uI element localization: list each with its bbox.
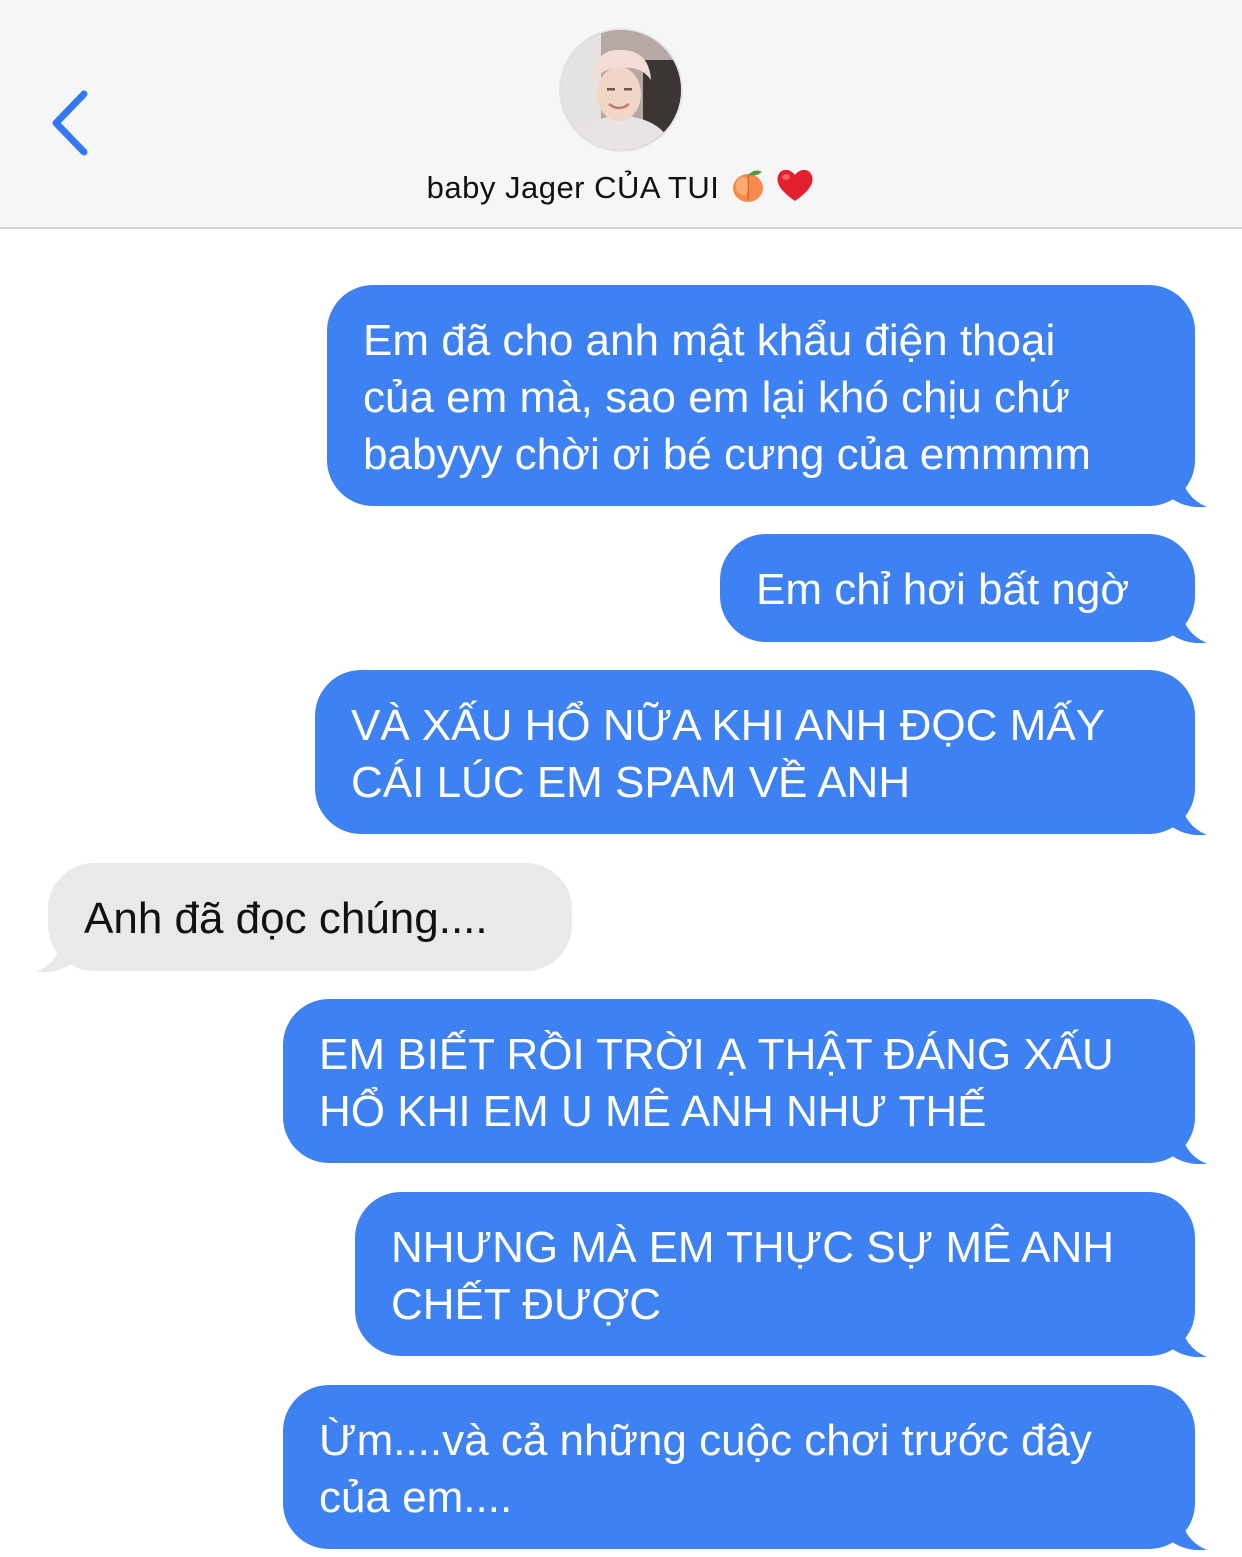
message-bubble-incoming[interactable]: Anh đã đọc chúng.... xyxy=(36,863,572,972)
bubble-tail xyxy=(36,936,76,972)
message-text: NHƯNG MÀ EM THỰC SỰ MÊ ANH xyxy=(391,1223,1115,1272)
message-bubble-outgoing[interactable]: NHƯNG MÀ EM THỰC SỰ MÊ ANH CHẾT ĐƯỢC xyxy=(355,1192,1207,1357)
message-bubble-outgoing[interactable]: Em chỉ hơi bất ngờ xyxy=(720,534,1207,643)
red-heart-emoji-icon xyxy=(775,166,815,212)
message-text: EM BIẾT RỒI TRỜI Ạ THẬT ĐÁNG XẤU xyxy=(319,1030,1114,1079)
bubble-tail xyxy=(1167,1128,1207,1164)
message-text: Ừm....và cả những cuộc chơi trước đây xyxy=(319,1416,1092,1465)
message-text: babyyy chời ơi bé cưng của emmmm xyxy=(363,430,1091,479)
message-bubble-outgoing[interactable]: Ừm....và cả những cuộc chơi trước đây củ… xyxy=(283,1385,1207,1550)
back-button[interactable] xyxy=(40,78,110,168)
conversation-header: baby Jager CỦA TUI xyxy=(0,0,1242,229)
message-text: của em.... xyxy=(319,1473,513,1522)
message-text: Em chỉ hơi bất ngờ xyxy=(756,565,1130,614)
avatar xyxy=(561,30,681,150)
bubble-tail xyxy=(1167,1514,1207,1550)
bubble-tail xyxy=(1167,607,1207,643)
contact-name[interactable]: baby Jager CỦA TUI xyxy=(0,166,1242,212)
message-bubble-outgoing[interactable]: VÀ XẤU HỔ NỮA KHI ANH ĐỌC MẤY CÁI LÚC EM… xyxy=(315,670,1207,835)
bubble-tail xyxy=(1167,1321,1207,1357)
contact-avatar[interactable] xyxy=(559,28,683,152)
message-bubble-outgoing[interactable]: EM BIẾT RỒI TRỜI Ạ THẬT ĐÁNG XẤU HỔ KHI … xyxy=(283,999,1207,1164)
peach-emoji-icon xyxy=(729,166,767,212)
contact-name-text: baby Jager CỦA TUI xyxy=(426,170,720,205)
back-chevron-icon xyxy=(52,90,88,156)
message-text: HỔ KHI EM U MÊ ANH NHƯ THẾ xyxy=(319,1087,987,1136)
bubble-tail xyxy=(1167,799,1207,835)
message-text: CHẾT ĐƯỢC xyxy=(391,1280,662,1329)
message-text: Anh đã đọc chúng.... xyxy=(84,894,488,943)
message-text: của em mà, sao em lại khó chịu chứ xyxy=(363,373,1070,422)
bubble-tail xyxy=(1167,471,1207,507)
message-text: CÁI LÚC EM SPAM VỀ ANH xyxy=(351,758,911,807)
message-bubble-outgoing[interactable]: Em đã cho anh mật khẩu điện thoại của em… xyxy=(327,285,1207,507)
message-text: VÀ XẤU HỔ NỮA KHI ANH ĐỌC MẤY xyxy=(351,701,1105,750)
message-text: Em đã cho anh mật khẩu điện thoại xyxy=(363,316,1056,365)
